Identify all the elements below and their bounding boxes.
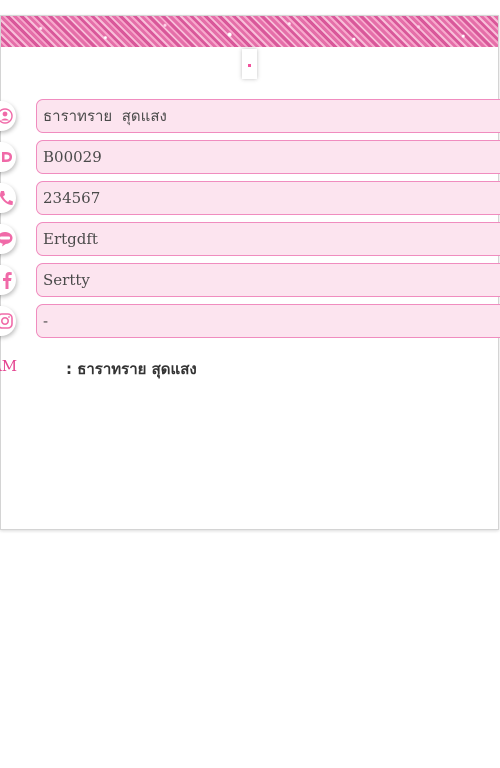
phone-field[interactable] bbox=[36, 181, 500, 215]
id-icon bbox=[0, 142, 16, 172]
user-icon bbox=[0, 101, 16, 131]
line-icon bbox=[0, 224, 16, 254]
name-row bbox=[0, 99, 500, 133]
member-id-field[interactable] bbox=[36, 140, 500, 174]
center-marker bbox=[242, 49, 257, 79]
glitter-banner bbox=[1, 16, 498, 47]
name-field[interactable] bbox=[36, 99, 500, 133]
facebook-icon bbox=[0, 265, 16, 295]
id-row bbox=[0, 140, 500, 174]
center-marker-dot bbox=[248, 63, 251, 67]
facebook-row bbox=[0, 263, 500, 297]
line-id-field[interactable] bbox=[36, 222, 500, 256]
phone-row bbox=[0, 181, 500, 215]
facebook-field[interactable] bbox=[36, 263, 500, 297]
phone-icon bbox=[0, 183, 16, 213]
line-row bbox=[0, 222, 500, 256]
instagram-icon bbox=[0, 306, 16, 336]
instagram-field[interactable] bbox=[36, 304, 500, 338]
team-label: EAM bbox=[0, 357, 18, 375]
instagram-row bbox=[0, 304, 500, 338]
team-value: : ธาราทราย สุดแสง bbox=[66, 360, 197, 378]
